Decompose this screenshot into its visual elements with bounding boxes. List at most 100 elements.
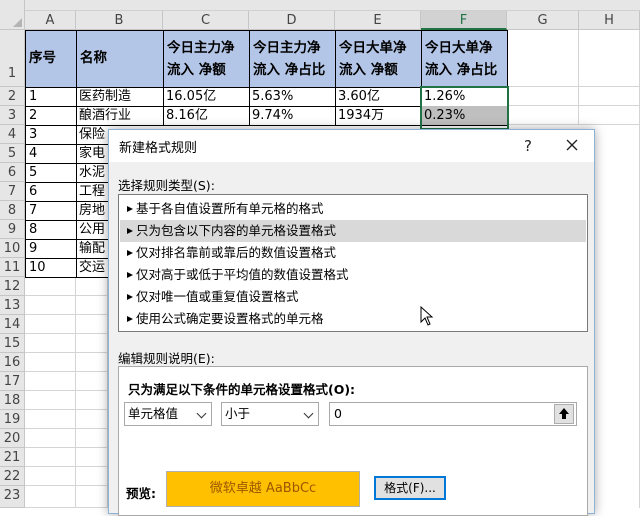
col-header-g[interactable]: G [507,11,579,30]
header-main-inflow-amount[interactable]: 今日主力净流入 净额 [163,30,250,88]
cell-c2[interactable]: 16.05亿 [163,87,250,107]
cell-a17[interactable] [25,372,76,391]
row-header-14[interactable]: 14 [0,315,25,334]
rule-type-list[interactable]: 基于各自值设置所有单元格的格式 只为包含以下内容的单元格设置格式 仅对排名靠前或… [118,194,588,332]
cells-right-strip[interactable] [595,125,640,508]
cell-a12[interactable] [25,277,76,296]
cell-a20[interactable] [25,429,76,448]
row-header-22[interactable]: 22 [0,467,25,486]
row-header-18[interactable]: 18 [0,391,25,410]
row-header-12[interactable]: 12 [0,277,25,296]
rule-type-item-cell-contains[interactable]: 只为包含以下内容的单元格设置格式 [120,220,586,242]
cell-b5[interactable]: 家电 [76,144,108,164]
help-button[interactable]: ? [518,135,538,157]
cell-f2[interactable]: 1.26% [421,87,508,107]
cell-b16[interactable] [76,353,108,372]
cell-d2[interactable]: 5.63% [249,87,336,107]
cell-a16[interactable] [25,353,76,372]
cell-b15[interactable] [76,334,108,353]
chevron-down-icon[interactable] [300,403,318,425]
row-header-1[interactable]: 1 [0,30,25,87]
value-input[interactable]: 0 [329,402,577,426]
row-header-13[interactable]: 13 [0,296,25,315]
cell-b20[interactable] [76,429,108,448]
cell-b22[interactable] [76,467,108,486]
row-header-6[interactable]: 6 [0,163,25,182]
cell-a21[interactable] [25,448,76,467]
col-header-h[interactable]: H [579,11,640,30]
cell-a23[interactable] [25,486,76,508]
cell-a22[interactable] [25,467,76,486]
cell-c3[interactable]: 8.16亿 [163,106,250,126]
cell-b17[interactable] [76,372,108,391]
cell-g1[interactable] [507,30,579,87]
row-header-21[interactable]: 21 [0,448,25,467]
row-header-8[interactable]: 8 [0,201,25,220]
row-header-9[interactable]: 9 [0,220,25,239]
cell-b18[interactable] [76,391,108,410]
row-header-2[interactable]: 2 [0,87,25,106]
cell-b14[interactable] [76,315,108,334]
cell-a9[interactable]: 8 [25,220,77,240]
cell-b9[interactable]: 公用 [76,220,108,240]
operator-combo[interactable]: 小于 [221,402,319,426]
cell-a18[interactable] [25,391,76,410]
row-header-15[interactable]: 15 [0,334,25,353]
header-big-inflow-ratio[interactable]: 今日大单净流入 净占比 [421,30,508,88]
col-header-c[interactable]: C [163,11,249,30]
col-header-d[interactable]: D [249,11,335,30]
cell-b3[interactable]: 酿酒行业 [76,106,164,126]
cell-a2[interactable]: 1 [25,87,77,107]
cell-a13[interactable] [25,296,76,315]
col-header-b[interactable]: B [76,11,163,30]
cell-a15[interactable] [25,334,76,353]
cell-f3[interactable]: 0.23% [421,106,508,126]
cell-a4[interactable]: 3 [25,125,77,145]
cell-a7[interactable]: 6 [25,182,77,202]
cell-h3[interactable] [579,106,640,125]
cell-h1[interactable] [579,30,640,87]
row-header-20[interactable]: 20 [0,429,25,448]
row-header-19[interactable]: 19 [0,410,25,429]
rule-type-item-top-bottom[interactable]: 仅对排名靠前或靠后的数值设置格式 [120,242,586,264]
cell-b8[interactable]: 房地 [76,201,108,221]
cell-b23[interactable] [76,486,108,508]
col-header-f[interactable]: F [421,11,507,30]
cell-b7[interactable]: 工程 [76,182,108,202]
rule-type-item-formula[interactable]: 使用公式确定要设置格式的单元格 [120,308,586,330]
cell-b6[interactable]: 水泥 [76,163,108,183]
rule-type-item-above-below-average[interactable]: 仅对高于或低于平均值的数值设置格式 [120,264,586,286]
format-button[interactable]: 格式(F)... [374,476,446,500]
select-all-corner[interactable] [0,0,25,30]
cell-a11[interactable]: 10 [25,258,77,278]
cell-a6[interactable]: 5 [25,163,77,183]
close-button[interactable] [561,134,583,156]
cell-e3[interactable]: 1934万 [335,106,422,126]
row-header-16[interactable]: 16 [0,353,25,372]
row-header-11[interactable]: 11 [0,258,25,277]
cell-b10[interactable]: 输配 [76,239,108,259]
collapse-dialog-button[interactable] [554,404,574,424]
cell-a19[interactable] [25,410,76,429]
cell-d3[interactable]: 9.74% [249,106,336,126]
rule-type-item-all-cells[interactable]: 基于各自值设置所有单元格的格式 [120,198,586,220]
col-header-a[interactable]: A [25,11,76,30]
cell-a5[interactable]: 4 [25,144,77,164]
cell-b13[interactable] [76,296,108,315]
cell-g3[interactable] [507,106,579,125]
cell-e2[interactable]: 3.60亿 [335,87,422,107]
rule-type-item-unique-duplicate[interactable]: 仅对唯一值或重复值设置格式 [120,286,586,308]
cell-a3[interactable]: 2 [25,106,77,126]
row-header-23[interactable]: 23 [0,486,25,508]
header-big-inflow-amount[interactable]: 今日大单净流入 净额 [335,30,422,88]
cell-value-combo[interactable]: 单元格值 [124,402,212,426]
row-header-7[interactable]: 7 [0,182,25,201]
cell-b12[interactable] [76,277,108,296]
cell-b11[interactable]: 交运 [76,258,108,278]
chevron-down-icon[interactable] [193,403,211,425]
cell-b4[interactable]: 保险 [76,125,108,145]
header-seq[interactable]: 序号 [25,30,77,88]
col-header-e[interactable]: E [335,11,421,30]
row-header-3[interactable]: 3 [0,106,25,125]
cell-b21[interactable] [76,448,108,467]
